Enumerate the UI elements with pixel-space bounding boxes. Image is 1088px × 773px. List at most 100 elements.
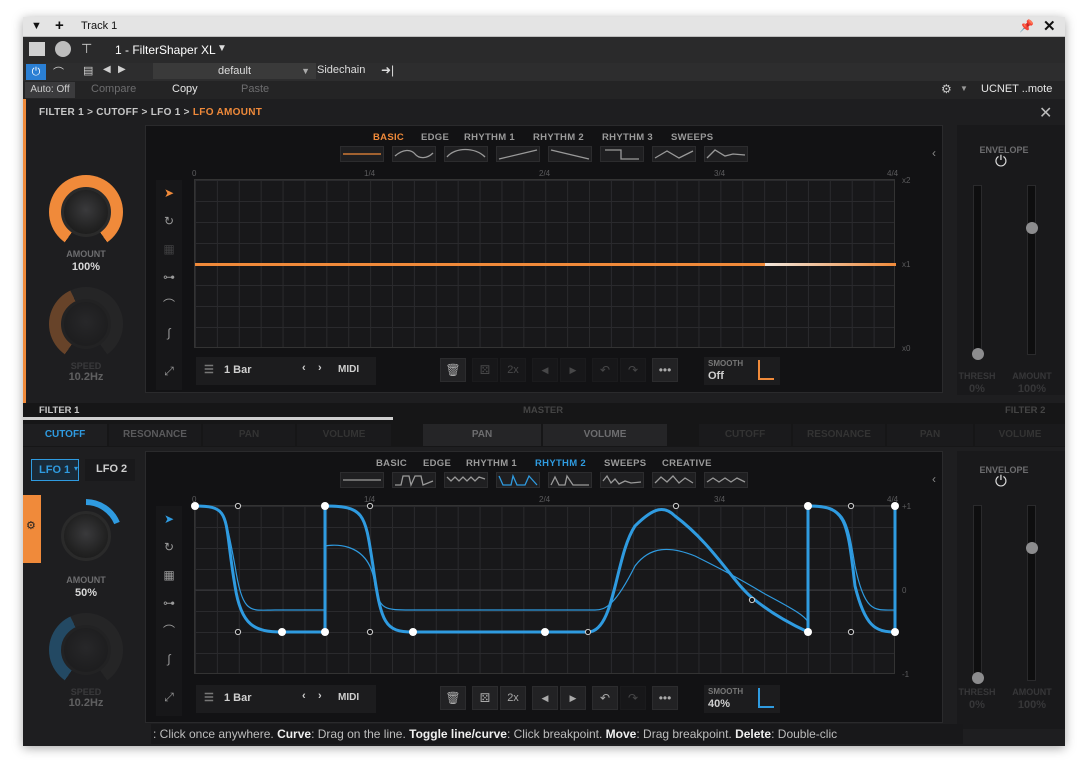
tab-filter1-cutoff[interactable]: CUTOFF	[23, 424, 107, 446]
curve-handle[interactable]	[748, 596, 756, 604]
delete-icon[interactable]: 🗑	[440, 358, 466, 382]
breakpoint-handle[interactable]	[804, 628, 812, 636]
shape-preset-button[interactable]	[444, 472, 488, 488]
shift-left-icon[interactable]: ◀	[532, 358, 558, 382]
add-icon[interactable]: +	[55, 17, 64, 34]
collapse-arrow-icon[interactable]: ▼	[31, 20, 42, 32]
curve-handle[interactable]	[847, 502, 855, 510]
length-value[interactable]: 1 Bar	[224, 692, 252, 704]
settings-dropdown-icon[interactable]: ▼	[960, 84, 968, 93]
tab-filter2-pan[interactable]: PAN	[887, 424, 973, 446]
shape-preset-button[interactable]	[548, 146, 592, 162]
slider-thumb[interactable]	[1026, 542, 1038, 554]
undo-icon[interactable]: ↶	[592, 686, 618, 710]
shape-preset-button[interactable]	[548, 472, 592, 488]
collapse-panel-icon[interactable]: ‹	[932, 146, 936, 160]
prev-preset-icon[interactable]: ◀	[103, 64, 111, 75]
tab-master-volume[interactable]: VOLUME	[543, 424, 667, 446]
shape-preset-button[interactable]	[652, 146, 696, 162]
shape-preset-button[interactable]	[392, 472, 436, 488]
shape-preset-button[interactable]	[600, 472, 644, 488]
more-options-icon[interactable]: •••	[652, 686, 678, 710]
tab-filter2-volume[interactable]: VOLUME	[975, 424, 1065, 446]
draw-tool-icon[interactable]: ↻	[156, 208, 182, 234]
marquee-tool-icon[interactable]: ▦	[156, 562, 182, 588]
tab-rhythm-2[interactable]: RHYTHM 2	[533, 132, 584, 143]
tab-filter1-volume[interactable]: VOLUME	[297, 424, 391, 446]
lfo-curve[interactable]	[194, 504, 897, 635]
settings-gear-icon[interactable]: ⚙	[941, 82, 952, 96]
breakpoint-handle[interactable]	[278, 628, 286, 636]
lfo-curve-svg[interactable]	[191, 502, 899, 675]
envelope-power-icon[interactable]: ⏻	[995, 473, 1007, 490]
lfo2-tab[interactable]: LFO 2	[85, 459, 135, 481]
shape-preset-button[interactable]	[600, 146, 644, 162]
tab-edge[interactable]: EDGE	[423, 458, 451, 469]
speed-knob[interactable]	[49, 287, 123, 361]
sidechain-input-icon[interactable]: ➜|	[381, 63, 394, 77]
tab-rhythm-3[interactable]: RHYTHM 3	[602, 132, 653, 143]
curve-mode-icon[interactable]: ⌒	[156, 292, 182, 318]
amount-knob[interactable]	[49, 175, 123, 249]
redo-icon[interactable]: ↷	[620, 686, 646, 710]
slider-thumb[interactable]	[972, 348, 984, 360]
bottom-lfo-grid[interactable]	[191, 502, 899, 675]
breakpoint-handle[interactable]	[541, 628, 549, 636]
tab-edge[interactable]: EDGE	[421, 132, 449, 143]
power-button[interactable]: ⏻	[26, 64, 46, 80]
paste-button[interactable]: Paste	[241, 83, 269, 95]
tab-basic[interactable]: BASIC	[376, 458, 407, 469]
tab-filter2-cutoff[interactable]: CUTOFF	[699, 424, 791, 446]
remote-label[interactable]: UCNET ..mote	[981, 83, 1052, 95]
tab-sweeps[interactable]: SWEEPS	[671, 132, 713, 143]
plugin-slot[interactable]: 1 - FilterShaper XL	[115, 43, 216, 57]
shape-preset-button[interactable]	[704, 146, 748, 162]
bypass-icon[interactable]: ⌒	[53, 64, 64, 80]
lfo-amount-knob[interactable]	[49, 499, 123, 573]
bottom-smooth-control[interactable]: SMOOTH 40%	[704, 685, 780, 713]
breakpoint-handle[interactable]	[409, 628, 417, 636]
length-next-icon[interactable]: ›	[318, 362, 322, 374]
double-button[interactable]: 2x	[500, 686, 526, 710]
length-menu-icon[interactable]: ☰	[204, 691, 214, 704]
breakpoint-handle[interactable]	[891, 628, 899, 636]
copy-button[interactable]: Copy	[172, 83, 198, 95]
shape-preset-button[interactable]	[444, 146, 488, 162]
breakpoint-handle[interactable]	[321, 502, 329, 510]
tab-filter2-resonance[interactable]: RESONANCE	[793, 424, 885, 446]
sidechain-label[interactable]: Sidechain	[317, 64, 365, 76]
select-tool-icon[interactable]: ➤	[156, 180, 182, 206]
auto-button[interactable]: Auto: Off	[25, 82, 75, 98]
length-prev-icon[interactable]: ‹	[302, 362, 306, 374]
lfo1-tab[interactable]: LFO 1 ▾	[31, 459, 79, 481]
select-tool-icon[interactable]: ➤	[156, 506, 182, 532]
curve-handle[interactable]	[847, 628, 855, 636]
shift-right-icon[interactable]: ▶	[560, 358, 586, 382]
lfo-settings-tab[interactable]: ⚙	[23, 495, 41, 563]
breakpoints[interactable]	[191, 502, 899, 636]
shape-preset-button[interactable]	[704, 472, 748, 488]
collapse-panel-icon[interactable]: ‹	[932, 472, 936, 486]
tab-filter1-resonance[interactable]: RESONANCE	[109, 424, 201, 446]
curve-handle[interactable]	[672, 502, 680, 510]
thresh-slider[interactable]	[972, 505, 984, 684]
line-mode-icon[interactable]: ⊶	[156, 590, 182, 616]
length-value[interactable]: 1 Bar	[224, 364, 252, 376]
breakpoint-handle[interactable]	[321, 628, 329, 636]
close-editor-icon[interactable]: ✕	[1039, 103, 1052, 123]
curve-handle[interactable]	[366, 628, 374, 636]
curve-handle[interactable]	[234, 502, 242, 510]
tab-creative[interactable]: CREATIVE	[662, 458, 712, 469]
curve-handle[interactable]	[584, 628, 592, 636]
tab-rhythm-1[interactable]: RHYTHM 1	[464, 132, 515, 143]
redo-icon[interactable]: ↷	[620, 358, 646, 382]
curve-mode-icon[interactable]: ⌒	[156, 618, 182, 644]
tab-rhythm-2[interactable]: RHYTHM 2	[535, 458, 586, 469]
env-amount-slider[interactable]	[1026, 505, 1038, 681]
tab-master-pan[interactable]: PAN	[423, 424, 541, 446]
shift-right-icon[interactable]: ▶	[560, 686, 586, 710]
tab-rhythm-1[interactable]: RHYTHM 1	[466, 458, 517, 469]
shape-preset-button[interactable]	[496, 472, 540, 488]
tab-filter1-pan[interactable]: PAN	[203, 424, 295, 446]
lfo-line[interactable]	[195, 263, 765, 266]
